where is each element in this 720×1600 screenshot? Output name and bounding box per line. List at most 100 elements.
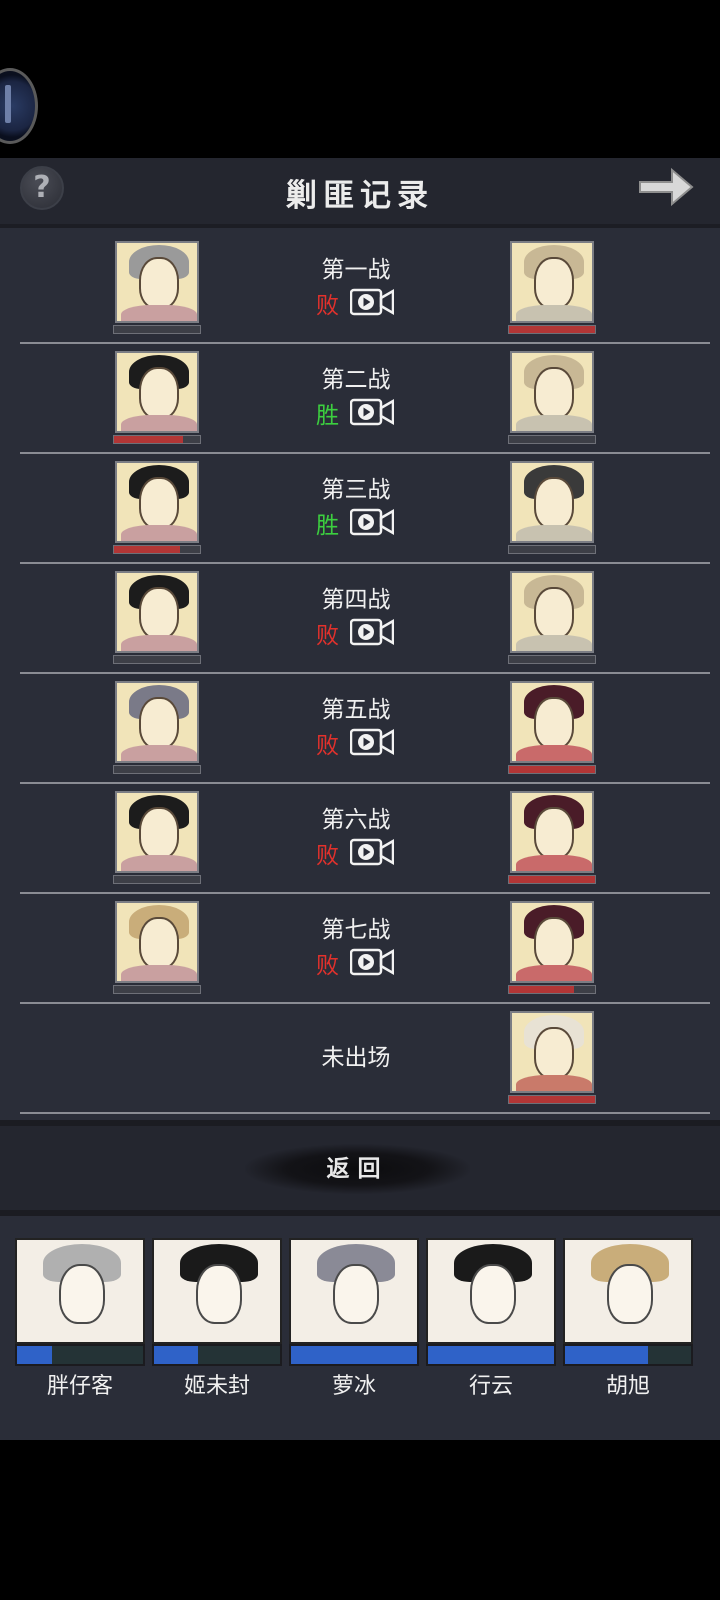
avatar-emblem[interactable] (0, 68, 38, 144)
face-shape (534, 1027, 574, 1079)
return-button[interactable]: 返回 (245, 1144, 470, 1194)
cloth-shape (121, 525, 197, 541)
replay-video-icon[interactable] (350, 506, 394, 536)
battle-row: 第三战胜 (20, 454, 710, 564)
return-section: 返回 (0, 1120, 720, 1216)
battle-name: 第六战 (321, 807, 391, 833)
left-hp-bar (113, 655, 201, 664)
face-shape (139, 367, 179, 419)
left-portrait (115, 571, 199, 653)
left-hp-bar (113, 435, 201, 444)
member-bar-fill (291, 1346, 417, 1364)
replay-video-icon[interactable] (350, 946, 394, 976)
left-portrait (115, 791, 199, 873)
cloth-shape (121, 305, 197, 321)
left-portrait (115, 901, 199, 983)
replay-video-icon[interactable] (350, 836, 394, 866)
panel-header: ? 剿匪记录 (0, 158, 720, 228)
right-portrait (510, 901, 594, 983)
battle-name: 第七战 (321, 917, 391, 943)
right-hp-bar (508, 985, 596, 994)
face-shape (139, 697, 179, 749)
battle-list: 第一战败第二战胜第三战胜第四战败第五战败第六战败第七战败未出场 (20, 234, 710, 1114)
right-portrait (510, 571, 594, 653)
face-shape (534, 697, 574, 749)
battle-row: 第七战败 (20, 894, 710, 1004)
team-roster: 胖仔客 姬未封 萝冰 行云 胡旭 (0, 1216, 720, 1440)
hp-fill (114, 546, 181, 553)
member-bar-fill (154, 1346, 199, 1364)
replay-video-icon[interactable] (350, 286, 394, 316)
battle-name: 第二战 (321, 367, 391, 393)
left-hp-bar (113, 985, 201, 994)
battle-result: 胜 (316, 513, 339, 539)
right-hp-bar (508, 655, 596, 664)
right-portrait (510, 1011, 594, 1093)
member-name: 萝冰 (331, 1374, 376, 1399)
member-name: 胖仔客 (46, 1374, 113, 1399)
cloth-shape (516, 745, 592, 761)
right-hp-bar (508, 325, 596, 334)
battle-result: 胜 (316, 403, 339, 429)
face-shape (196, 1264, 242, 1324)
face-shape (534, 257, 574, 309)
battle-row: 第四战败 (20, 564, 710, 674)
member-portrait (426, 1238, 556, 1344)
battle-name: 第五战 (321, 697, 391, 723)
replay-video-icon[interactable] (350, 726, 394, 756)
cloth-shape (121, 415, 197, 431)
hp-fill (509, 1096, 595, 1103)
team-member-card[interactable]: 行云 (426, 1238, 556, 1399)
battle-result: 败 (316, 623, 339, 649)
member-name: 行云 (468, 1374, 513, 1399)
cloth-shape (121, 965, 197, 981)
face-shape (534, 367, 574, 419)
face-shape (534, 477, 574, 529)
face-shape (139, 807, 179, 859)
unplayed-label: 未出场 (321, 1045, 391, 1071)
cloth-shape (516, 525, 592, 541)
cloth-shape (516, 855, 592, 871)
member-bar (563, 1344, 693, 1366)
member-portrait (152, 1238, 282, 1344)
battle-row: 第一战败 (20, 234, 710, 344)
cloth-shape (516, 305, 592, 321)
hp-fill (509, 326, 595, 333)
hp-fill (509, 876, 595, 883)
right-portrait (510, 241, 594, 323)
hp-fill (509, 766, 595, 773)
member-portrait (15, 1238, 145, 1344)
right-portrait (510, 351, 594, 433)
team-member-card[interactable]: 胡旭 (563, 1238, 693, 1399)
member-name: 姬未封 (183, 1374, 250, 1399)
member-bar (15, 1344, 145, 1366)
left-portrait (115, 241, 199, 323)
face-shape (139, 257, 179, 309)
face-shape (607, 1264, 653, 1324)
left-portrait (115, 351, 199, 433)
left-portrait (115, 461, 199, 543)
cloth-shape (516, 635, 592, 651)
face-shape (139, 917, 179, 969)
cloth-shape (121, 635, 197, 651)
hp-fill (114, 436, 183, 443)
team-member-card[interactable]: 胖仔客 (15, 1238, 145, 1399)
replay-video-icon[interactable] (350, 396, 394, 426)
face-shape (470, 1264, 516, 1324)
cloth-shape (516, 415, 592, 431)
replay-video-icon[interactable] (350, 616, 394, 646)
member-bar-fill (565, 1346, 649, 1364)
arrow-right-icon[interactable] (636, 164, 696, 210)
right-hp-bar (508, 435, 596, 444)
face-shape (534, 807, 574, 859)
left-portrait (115, 681, 199, 763)
face-shape (139, 477, 179, 529)
hp-fill (509, 986, 574, 993)
page-title: 剿匪记录 (286, 178, 434, 214)
team-member-card[interactable]: 姬未封 (152, 1238, 282, 1399)
right-hp-bar (508, 1095, 596, 1104)
member-bar-fill (17, 1346, 53, 1364)
team-member-card[interactable]: 萝冰 (289, 1238, 419, 1399)
face-shape (139, 587, 179, 639)
member-name: 胡旭 (605, 1374, 650, 1399)
